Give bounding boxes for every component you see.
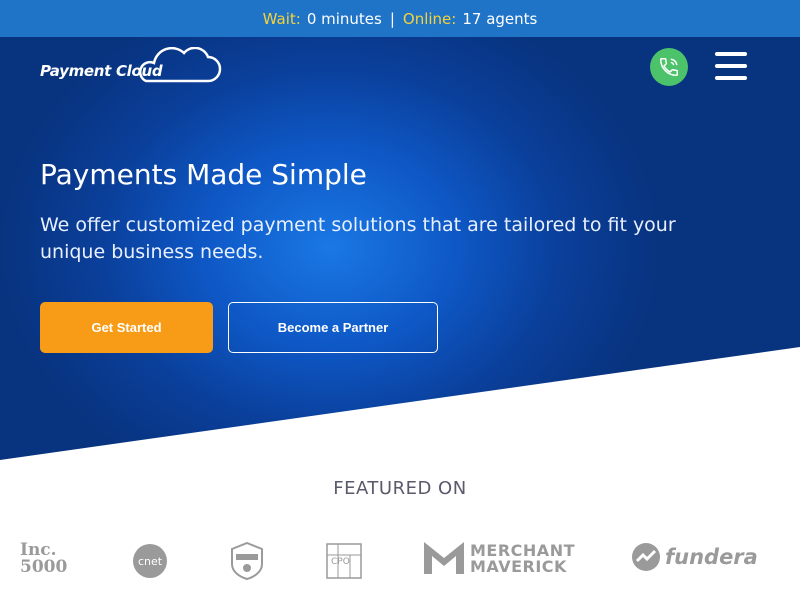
merchant-maverick-text: MERCHANT MAVERICK: [470, 543, 575, 575]
fundera-icon: [632, 543, 660, 571]
merchant-maverick-icon: [424, 542, 464, 574]
fundera-text: fundera: [665, 545, 758, 569]
hamburger-menu-icon-bar: [715, 52, 747, 56]
hamburger-menu-icon-bar: [715, 76, 747, 80]
cpo-logo: CPO: [326, 543, 362, 583]
cpo-logo-text: CPO: [331, 557, 350, 567]
award-badge-logo: [230, 541, 264, 584]
fundera-logo: fundera: [631, 542, 758, 572]
status-bar: Wait: 0 minutes | Online: 17 agents: [0, 0, 800, 37]
hamburger-menu-button[interactable]: [714, 50, 748, 82]
get-started-button[interactable]: Get Started: [40, 302, 213, 353]
call-button[interactable]: [650, 48, 688, 86]
hamburger-menu-icon-bar: [715, 64, 747, 68]
merchant-maverick-logo: MERCHANT MAVERICK: [424, 542, 575, 578]
wait-value: 0 minutes: [306, 9, 382, 28]
featured-logos: Inc. 5000 cnet CPO MERCHANT MAVERICK fun…: [0, 530, 800, 590]
hero-title: Payments Made Simple: [40, 158, 367, 191]
featured-on-heading: FEATURED ON: [333, 478, 467, 499]
paymentcloud-logo[interactable]: Payment Cloud: [40, 47, 222, 87]
online-label: Online:: [402, 9, 457, 28]
hero-subtitle: We offer customized payment solutions th…: [40, 214, 676, 263]
logo-text: Payment Cloud: [40, 62, 163, 80]
wait-label: Wait:: [262, 9, 301, 28]
merchant-maverick-line2: MAVERICK: [470, 557, 567, 576]
inc-logo-line2: 5000: [20, 557, 68, 577]
cnet-logo: cnet: [133, 544, 167, 578]
badge-icon: [231, 541, 263, 581]
status-separator: |: [389, 9, 395, 28]
become-partner-button[interactable]: Become a Partner: [228, 302, 438, 353]
logo-word-cloud: Cloud: [115, 62, 163, 80]
phone-icon: [660, 58, 678, 76]
inc5000-logo: Inc. 5000: [20, 542, 67, 576]
online-value: 17 agents: [462, 9, 538, 28]
logo-word-payment: Payment: [40, 62, 112, 80]
